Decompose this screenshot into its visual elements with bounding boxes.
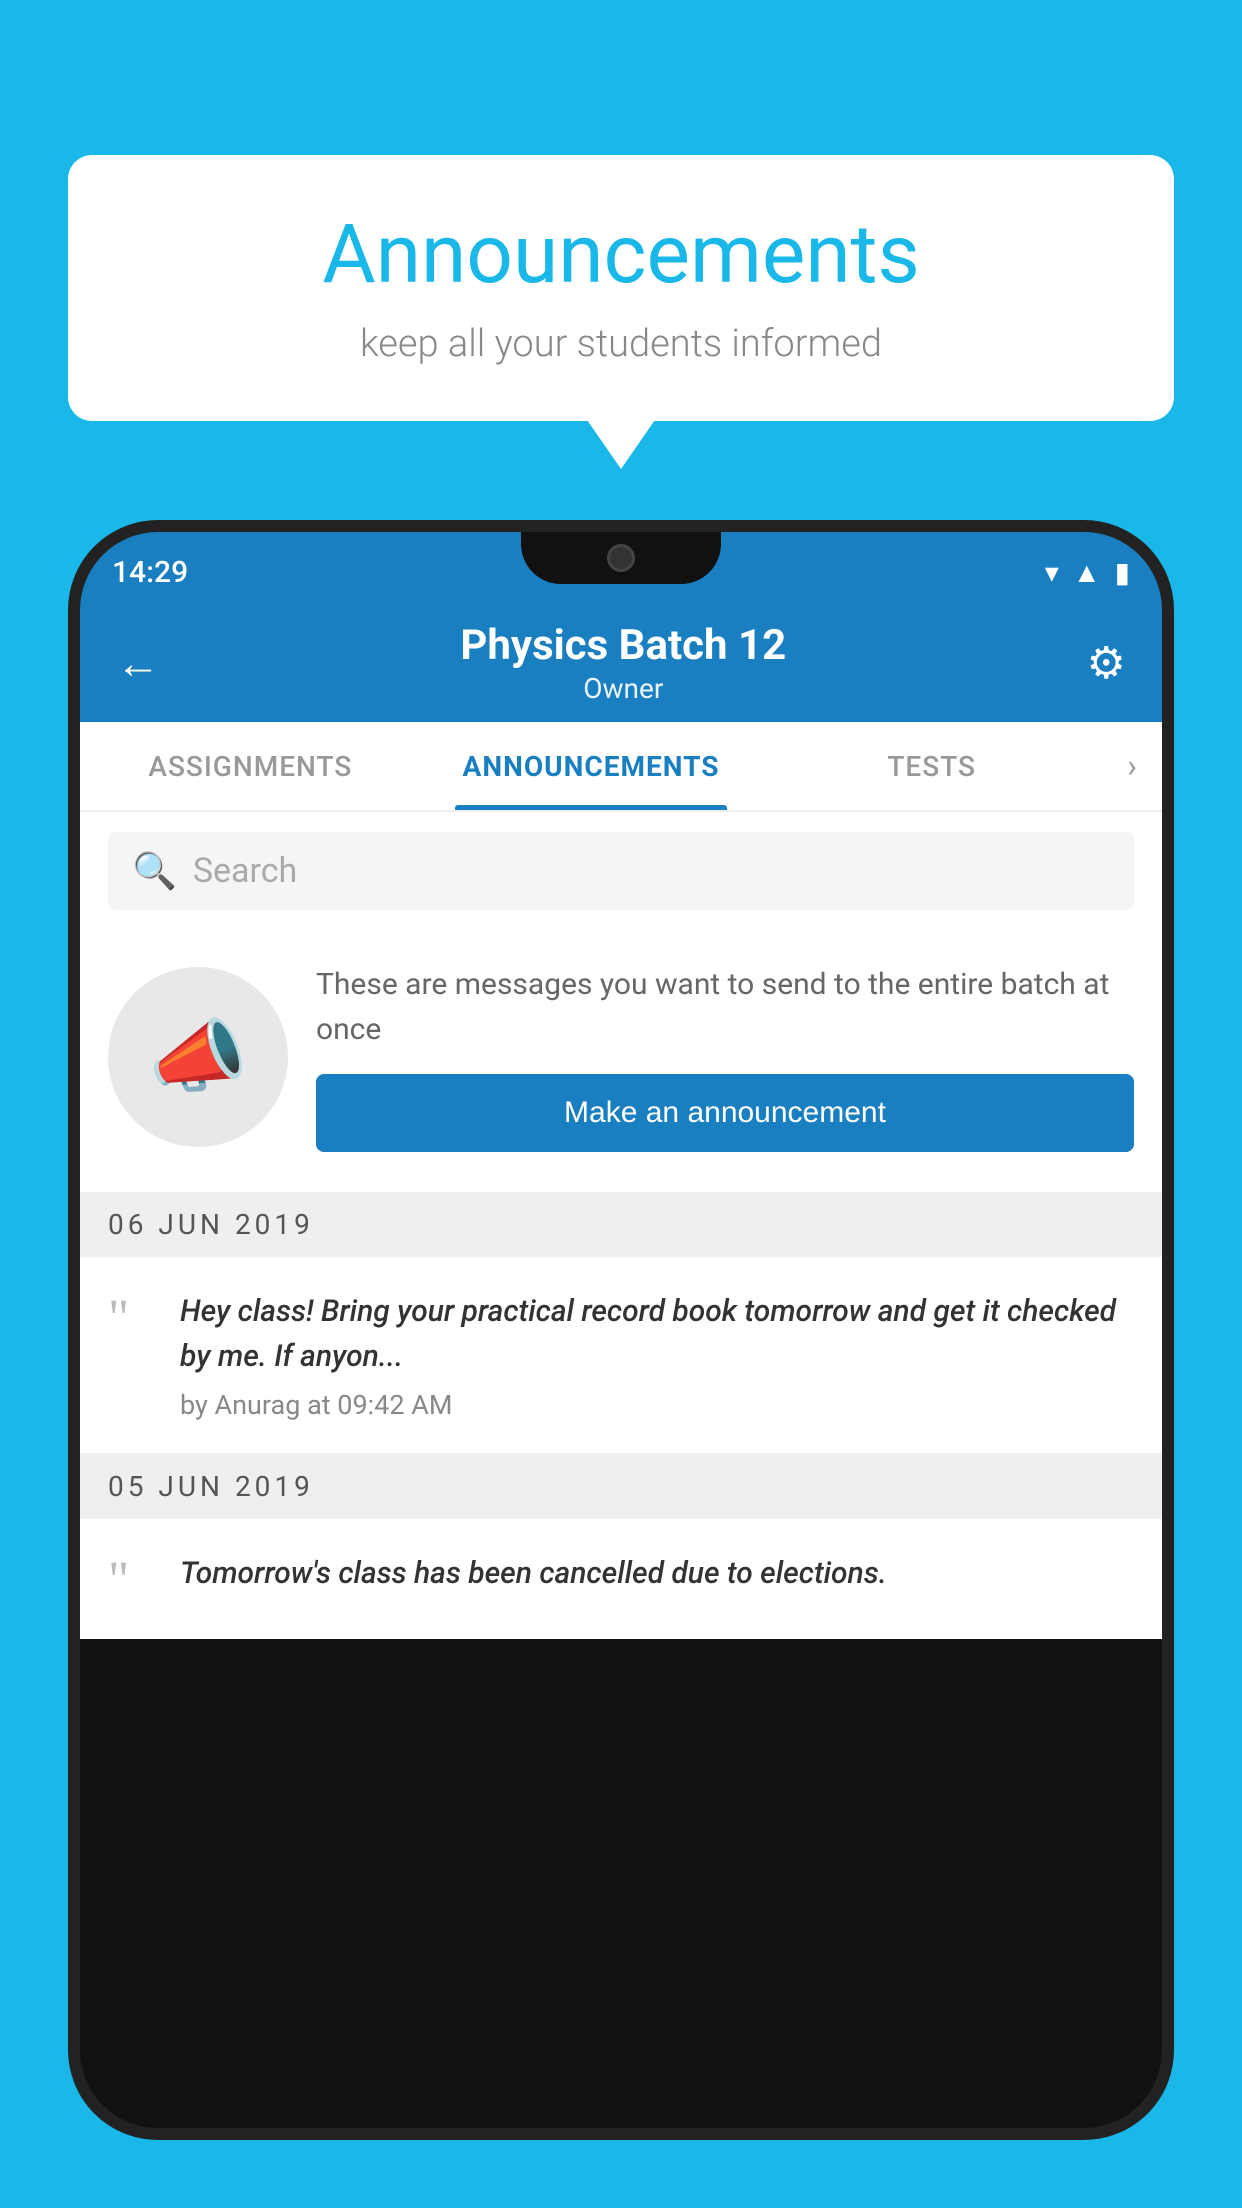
wifi-icon: ▾ — [1045, 556, 1059, 589]
speech-bubble: Announcements keep all your students inf… — [68, 155, 1174, 421]
quote-icon-1: " — [108, 1293, 158, 1421]
settings-icon[interactable]: ⚙ — [1087, 637, 1126, 689]
status-icons: ▾ ▲ ▮ — [1045, 556, 1130, 589]
volume-up-button — [68, 842, 80, 942]
date-separator-1: 06 JUN 2019 — [80, 1192, 1162, 1257]
date-separator-2: 05 JUN 2019 — [80, 1454, 1162, 1519]
front-camera — [607, 544, 635, 572]
back-button[interactable]: ← — [116, 637, 160, 689]
promo-description: These are messages you want to send to t… — [316, 962, 1134, 1052]
tab-tests[interactable]: TESTS — [761, 722, 1102, 810]
phone-notch — [521, 532, 721, 584]
announcement-text-1: Hey class! Bring your practical record b… — [180, 1289, 1134, 1379]
tab-assignments[interactable]: ASSIGNMENTS — [80, 722, 421, 810]
header-subtitle: Owner — [460, 672, 786, 705]
status-time: 14:29 — [112, 555, 188, 590]
battery-icon: ▮ — [1115, 556, 1130, 589]
phone-screen: 🔍 Search 📣 These are messages you want t… — [80, 812, 1162, 1639]
mute-button — [68, 752, 80, 812]
announcement-text-2: Tomorrow's class has been cancelled due … — [180, 1551, 1134, 1596]
tab-announcements-label: ANNOUNCEMENTS — [463, 750, 720, 783]
tab-announcements[interactable]: ANNOUNCEMENTS — [421, 722, 762, 810]
announcement-item-1: " Hey class! Bring your practical record… — [80, 1257, 1162, 1454]
power-button — [1162, 812, 1174, 892]
header-center: Physics Batch 12 Owner — [460, 621, 786, 705]
megaphone-icon: 📣 — [148, 1010, 248, 1104]
megaphone-circle: 📣 — [108, 967, 288, 1147]
tab-assignments-label: ASSIGNMENTS — [148, 750, 352, 783]
announcement-promo: 📣 These are messages you want to send to… — [80, 930, 1162, 1192]
search-container: 🔍 Search — [80, 812, 1162, 930]
phone-mockup: 14:29 ▾ ▲ ▮ ← Physics Batch 12 Owner ⚙ A… — [68, 520, 1174, 2208]
announcement-content-1: Hey class! Bring your practical record b… — [180, 1289, 1134, 1421]
announcements-title: Announcements — [108, 210, 1134, 300]
signal-icon: ▲ — [1073, 556, 1101, 589]
announcement-content-2: Tomorrow's class has been cancelled due … — [180, 1551, 1134, 1607]
tab-more[interactable]: › — [1102, 722, 1162, 810]
header-title: Physics Batch 12 — [460, 621, 786, 670]
tabs-bar: ASSIGNMENTS ANNOUNCEMENTS TESTS › — [80, 722, 1162, 812]
phone-frame: 14:29 ▾ ▲ ▮ ← Physics Batch 12 Owner ⚙ A… — [68, 520, 1174, 2140]
volume-down-button — [68, 972, 80, 1072]
announcement-meta-1: by Anurag at 09:42 AM — [180, 1389, 1134, 1421]
app-header: ← Physics Batch 12 Owner ⚙ — [80, 604, 1162, 722]
tab-tests-label: TESTS — [887, 750, 976, 783]
search-bar[interactable]: 🔍 Search — [108, 832, 1134, 910]
search-icon: 🔍 — [132, 850, 177, 892]
speech-bubble-container: Announcements keep all your students inf… — [68, 155, 1174, 421]
announcement-item-2: " Tomorrow's class has been cancelled du… — [80, 1519, 1162, 1639]
quote-icon-2: " — [108, 1555, 158, 1607]
make-announcement-button[interactable]: Make an announcement — [316, 1074, 1134, 1152]
search-placeholder: Search — [193, 851, 297, 891]
announcements-subtitle: keep all your students informed — [108, 322, 1134, 366]
promo-content: These are messages you want to send to t… — [316, 962, 1134, 1152]
